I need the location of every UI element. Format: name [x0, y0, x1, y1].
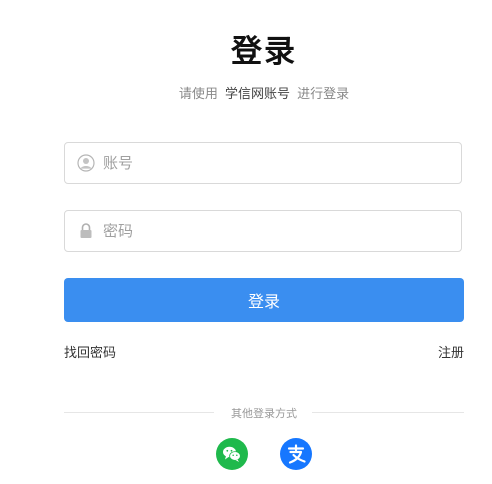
- page-subtitle: 请使用 学信网账号 进行登录: [0, 83, 492, 102]
- forgot-password-link[interactable]: 找回密码: [64, 342, 116, 361]
- divider-right: [312, 412, 464, 413]
- subtitle-account-name: 学信网账号: [224, 87, 290, 102]
- alipay-login-button[interactable]: [280, 438, 312, 470]
- register-link[interactable]: 注册: [438, 342, 464, 361]
- username-input[interactable]: [103, 143, 443, 183]
- password-field[interactable]: [64, 210, 462, 252]
- lock-icon: [80, 223, 92, 238]
- login-button[interactable]: 登录: [64, 278, 464, 322]
- wechat-icon: [223, 446, 241, 462]
- other-login-label: 其他登录方式: [231, 407, 297, 420]
- password-input[interactable]: [103, 211, 443, 251]
- username-field[interactable]: [64, 142, 462, 184]
- subtitle-prefix: 请使用: [178, 87, 218, 102]
- wechat-login-button[interactable]: [216, 438, 248, 470]
- page-title: 登录: [231, 34, 297, 70]
- user-icon: [77, 154, 95, 172]
- alipay-icon: [287, 444, 306, 464]
- login-page: 登录 请使用 学信网账号 进行登录 登录 找回密码 注册 其他登录方式: [0, 0, 492, 484]
- subtitle-suffix: 进行登录: [297, 87, 350, 102]
